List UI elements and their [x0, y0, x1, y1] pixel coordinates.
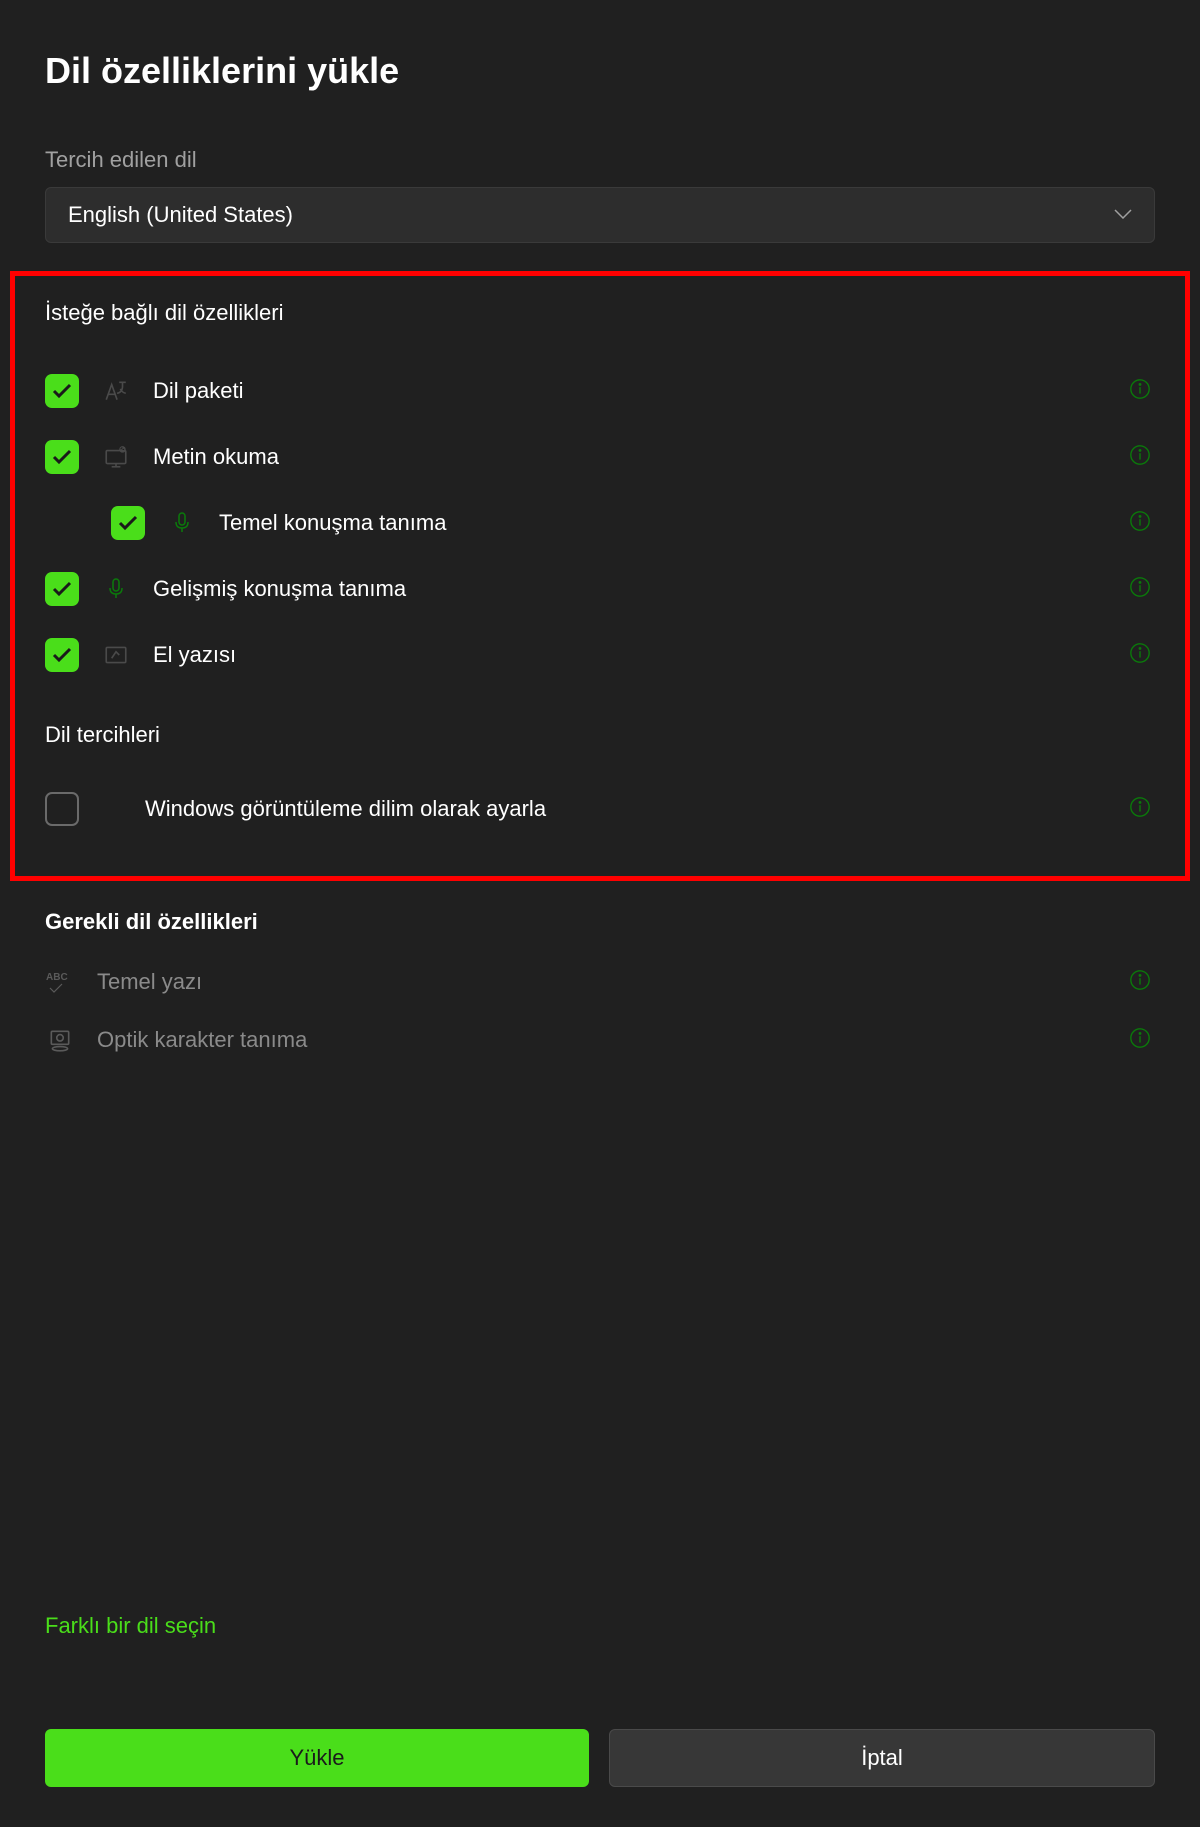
required-row-basic-typing: ABC Temel yazı: [45, 953, 1155, 1011]
preference-row-display-language: Windows görüntüleme dilim olarak ayarla: [45, 776, 1155, 842]
ocr-icon: [45, 1025, 75, 1055]
language-dropdown-value: English (United States): [68, 202, 293, 228]
checkbox-basic-speech[interactable]: [111, 506, 145, 540]
cancel-button[interactable]: İptal: [609, 1729, 1155, 1787]
feature-label: El yazısı: [153, 642, 1107, 668]
microphone-icon: [167, 508, 197, 538]
checkbox-display-language[interactable]: [45, 792, 79, 826]
feature-row-advanced-speech: Gelişmiş konuşma tanıma: [45, 556, 1155, 622]
optional-features-title: İsteğe bağlı dil özellikleri: [45, 300, 1155, 326]
feature-label: Metin okuma: [153, 444, 1107, 470]
info-icon[interactable]: [1129, 576, 1155, 602]
install-button[interactable]: Yükle: [45, 1729, 589, 1787]
info-icon[interactable]: [1129, 796, 1155, 822]
preferences-title: Dil tercihleri: [45, 722, 1155, 748]
feature-row-basic-speech: Temel konuşma tanıma: [45, 490, 1155, 556]
info-icon[interactable]: [1129, 969, 1155, 995]
required-label: Temel yazı: [97, 969, 1107, 995]
required-row-ocr: Optik karakter tanıma: [45, 1011, 1155, 1069]
abc-check-icon: ABC: [45, 967, 75, 997]
spacer-icon: [101, 794, 123, 824]
microphone-icon: [101, 574, 131, 604]
feature-row-text-to-speech: Metin okuma: [45, 424, 1155, 490]
required-features-title: Gerekli dil özellikleri: [45, 909, 1155, 935]
optional-features-section: İsteğe bağlı dil özellikleri Dil paketi …: [10, 271, 1190, 881]
language-dropdown[interactable]: English (United States): [45, 187, 1155, 243]
preferred-language-label: Tercih edilen dil: [45, 147, 1155, 173]
required-label: Optik karakter tanıma: [97, 1027, 1107, 1053]
preference-label: Windows görüntüleme dilim olarak ayarla: [145, 796, 1107, 822]
chevron-down-icon: [1114, 206, 1132, 224]
feature-label: Temel konuşma tanıma: [219, 510, 1107, 536]
info-icon[interactable]: [1129, 510, 1155, 536]
monitor-speech-icon: [101, 442, 131, 472]
feature-label: Gelişmiş konuşma tanıma: [153, 576, 1107, 602]
button-bar: Yükle İptal: [45, 1729, 1155, 1787]
checkbox-advanced-speech[interactable]: [45, 572, 79, 606]
checkbox-language-pack[interactable]: [45, 374, 79, 408]
select-different-language-link[interactable]: Farklı bir dil seçin: [45, 1583, 1155, 1639]
language-pack-icon: [101, 376, 131, 406]
info-icon[interactable]: [1129, 1027, 1155, 1053]
feature-label: Dil paketi: [153, 378, 1107, 404]
pen-icon: [101, 640, 131, 670]
required-features-section: Gerekli dil özellikleri ABC Temel yazı O…: [45, 909, 1155, 1069]
checkbox-text-to-speech[interactable]: [45, 440, 79, 474]
info-icon[interactable]: [1129, 444, 1155, 470]
dialog-title: Dil özelliklerini yükle: [45, 50, 1155, 92]
checkbox-handwriting[interactable]: [45, 638, 79, 672]
info-icon[interactable]: [1129, 378, 1155, 404]
feature-row-language-pack: Dil paketi: [45, 358, 1155, 424]
info-icon[interactable]: [1129, 642, 1155, 668]
svg-text:ABC: ABC: [46, 972, 68, 983]
feature-row-handwriting: El yazısı: [45, 622, 1155, 688]
